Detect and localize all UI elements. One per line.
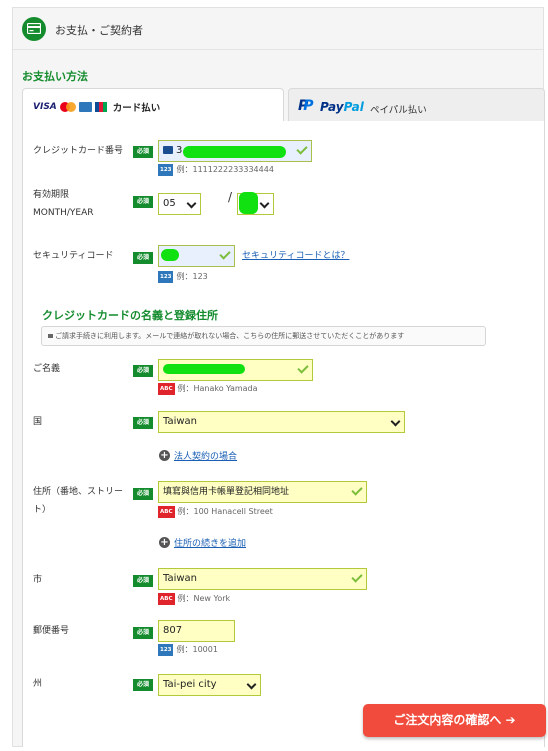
redaction-mark [183, 146, 286, 158]
check-icon [219, 248, 231, 260]
required-badge: 必須 [133, 575, 153, 587]
lock-icon [48, 334, 53, 338]
tab-card-payment[interactable]: VISA カード払い [22, 88, 284, 122]
tab-paypal[interactable]: PP PayPal ペイパル払い [288, 88, 545, 122]
jcb-logo [94, 102, 107, 112]
plus-icon[interactable]: + [159, 450, 170, 461]
city-hint: ABC 例：New York [158, 593, 231, 605]
address-notice: ご請求手続きに利用します。メールで連絡が取れない場合、こちらの住所に郵送させてい… [41, 326, 486, 346]
chevron-down-icon [390, 416, 401, 427]
required-badge: 必須 [133, 146, 153, 158]
postal-code-input[interactable]: 807 [158, 620, 235, 642]
check-icon [351, 571, 363, 583]
holder-heading: クレジットカードの名義と登録住所 [42, 309, 218, 322]
card-number-label: クレジットカード番号 [33, 146, 124, 156]
postal-code-label: 郵便番号 [33, 626, 70, 636]
mastercard-logo [59, 102, 76, 112]
expiry-format-label: MONTH/YEAR [33, 208, 94, 218]
card-number-hint: 123 例：1111222233334444 [158, 164, 274, 176]
chevron-down-icon [246, 679, 257, 690]
section-header: お支払・ご契約者 [13, 8, 543, 50]
security-code-hint: 123 例：123 [158, 271, 208, 283]
security-code-input[interactable] [158, 245, 235, 267]
check-icon [296, 143, 308, 155]
credit-card-icon [22, 17, 46, 41]
redaction-mark [161, 249, 179, 261]
chevron-down-icon [186, 198, 197, 209]
required-badge: 必須 [133, 365, 153, 377]
name-input[interactable] [158, 359, 313, 381]
plus-icon[interactable]: + [159, 537, 170, 548]
postal-code-hint: 123 例：10001 [158, 644, 218, 656]
check-icon [351, 484, 363, 496]
section-title: お支払・ご契約者 [55, 24, 143, 37]
redaction-mark [239, 192, 258, 214]
country-select[interactable]: Taiwan [158, 411, 405, 433]
expiry-year-select[interactable] [237, 192, 274, 215]
required-badge: 必須 [133, 679, 153, 691]
city-label: 市 [33, 575, 43, 585]
payment-method-heading: お支払い方法 [22, 70, 88, 83]
expiry-label: 有効期限 [33, 190, 70, 200]
country-label: 国 [33, 417, 43, 427]
add-address-line-link[interactable]: 住所の続きを追加 [174, 537, 246, 551]
state-select[interactable]: Tai-pei city [158, 674, 261, 696]
city-input[interactable]: Taiwan [158, 568, 367, 590]
required-badge: 必須 [133, 488, 153, 500]
expiry-month-select[interactable]: 05 [158, 193, 201, 215]
chevron-down-icon [259, 198, 270, 209]
paypal-logo: PayPal [320, 100, 364, 114]
state-label: 州 [33, 679, 43, 689]
security-code-help-link[interactable]: セキュリティコードとは？ [242, 249, 349, 263]
expiry-separator: / [228, 190, 233, 204]
check-icon [297, 362, 309, 374]
required-badge: 必須 [133, 417, 153, 429]
security-code-label: セキュリティコード [33, 251, 114, 261]
tab-paypal-label: ペイパル払い [370, 105, 427, 116]
card-number-input[interactable]: 3 [158, 140, 312, 162]
corporate-contract-link[interactable]: 法人契約の場合 [174, 450, 237, 464]
address-label-cont: ト） [33, 505, 52, 515]
name-label: ご名義 [33, 364, 61, 374]
tab-card-label: カード払い [112, 103, 161, 114]
visa-logo: VISA [33, 102, 57, 112]
card-number-value: 3 [176, 145, 183, 156]
paypal-icon: PP [298, 98, 314, 114]
name-hint: ABC 例：Hanako Yamada [158, 383, 258, 395]
redaction-mark [163, 364, 245, 374]
amex-logo [78, 102, 92, 112]
address-input[interactable]: 填寫與信用卡帳單登記相同地址 [158, 481, 367, 503]
payment-section: お支払・ご契約者 お支払い方法 VISA カード払い PP PayPal ペイパ… [12, 7, 546, 747]
card-type-icon [163, 146, 173, 154]
confirm-order-button[interactable]: ご注文内容の確認へ ➔ [363, 704, 546, 737]
required-badge: 必須 [133, 627, 153, 639]
required-badge: 必須 [133, 252, 153, 264]
card-form-panel: クレジットカード番号 必須 3 123 例：1111222233334444 有効… [22, 121, 546, 747]
address-label: 住所（番地、ストリー [33, 487, 124, 497]
required-badge: 必須 [133, 196, 153, 208]
address-hint: ABC 例：100 Hanacell Street [158, 506, 273, 518]
